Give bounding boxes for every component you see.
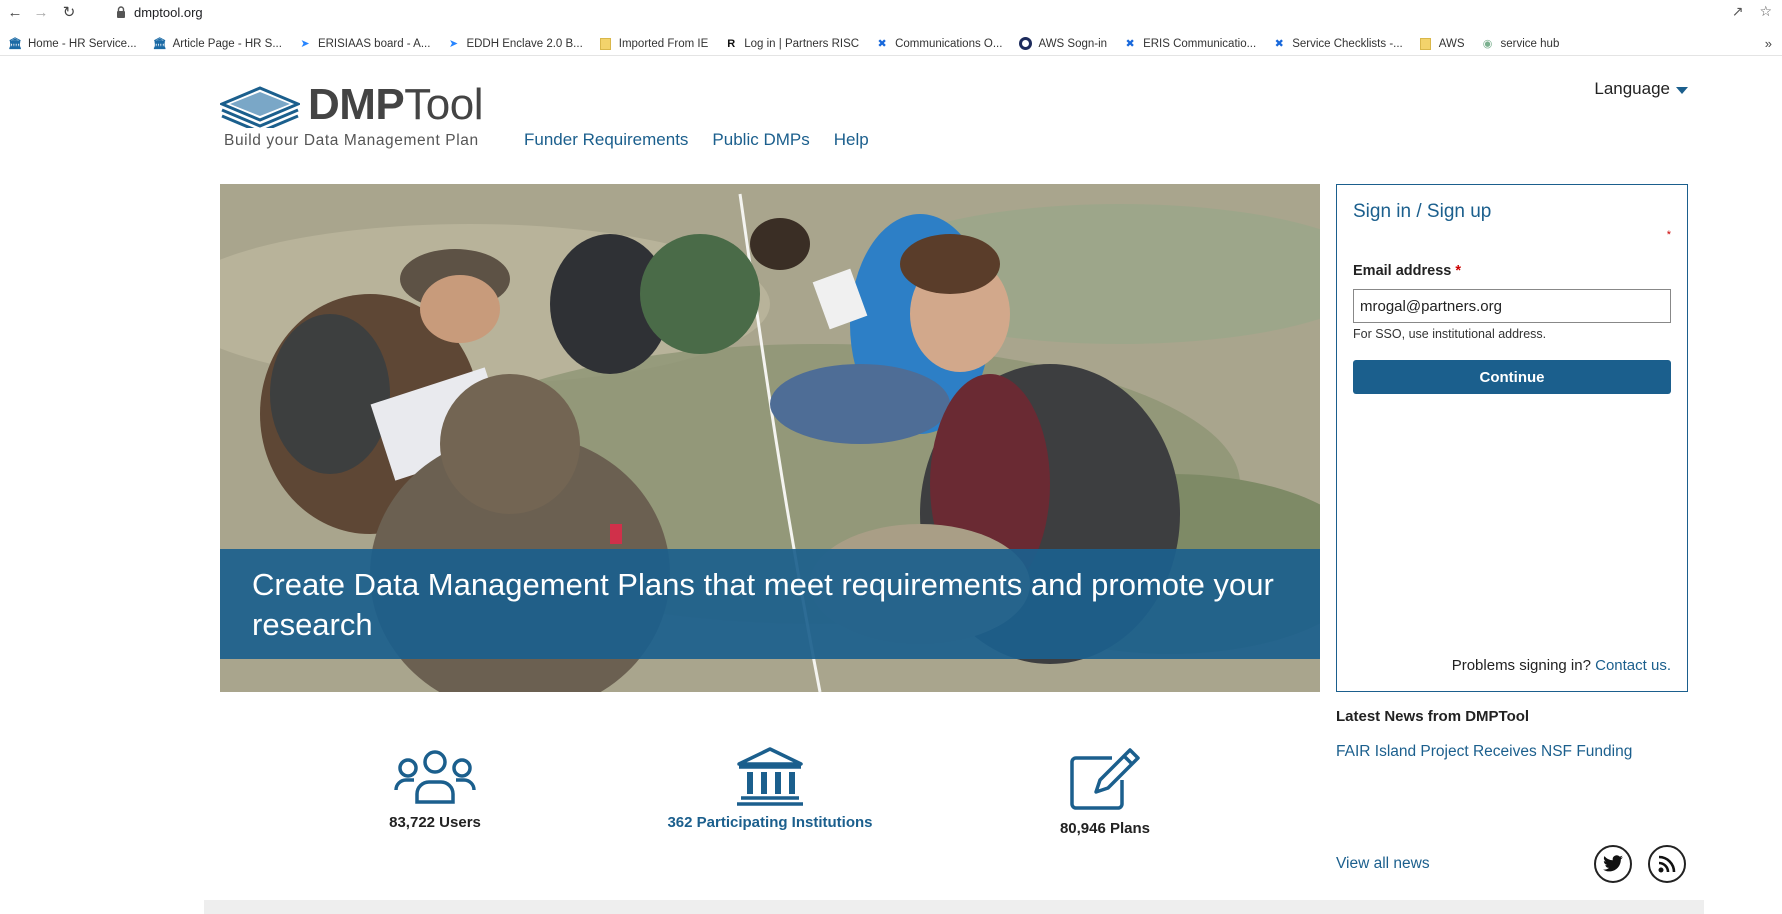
logo-wordmark: DMPTool bbox=[308, 80, 483, 130]
bookmark-label: Log in | Partners RISC bbox=[744, 37, 860, 50]
building-icon: 🏛 bbox=[8, 38, 22, 50]
lock-icon bbox=[117, 6, 125, 18]
circle-icon bbox=[1018, 37, 1032, 51]
rss-icon bbox=[1658, 855, 1676, 873]
problems-signing-in: Problems signing in? Contact us. bbox=[1452, 657, 1671, 674]
folder-icon bbox=[1419, 37, 1433, 51]
problems-text: Problems signing in? bbox=[1451, 657, 1591, 674]
required-marker: * bbox=[1666, 229, 1671, 241]
users-icon bbox=[394, 750, 476, 804]
building-icon: 🏛 bbox=[152, 38, 167, 50]
browser-toolbar: ← → ↻ dmptool.org ↗ ☆ bbox=[0, 0, 1782, 24]
r-icon: R bbox=[727, 37, 736, 50]
bookmark-item[interactable]: ✖ ERIS Communicatio... bbox=[1123, 37, 1256, 51]
hero-caption: Create Data Management Plans that meet r… bbox=[220, 549, 1320, 659]
logo-light-text: Tool bbox=[404, 80, 483, 129]
edit-plan-icon bbox=[1070, 748, 1140, 810]
nav-funder-requirements[interactable]: Funder Requirements bbox=[524, 130, 688, 150]
bookmark-label: Service Checklists -... bbox=[1292, 37, 1403, 50]
reload-icon[interactable]: ↻ bbox=[58, 1, 80, 23]
view-all-news-link[interactable]: View all news bbox=[1336, 855, 1430, 873]
bookmark-label: Home - HR Service... bbox=[28, 37, 137, 50]
bookmark-item[interactable]: ◉ service hub bbox=[1481, 37, 1560, 51]
rss-button[interactable] bbox=[1648, 845, 1686, 883]
sso-hint: For SSO, use institutional address. bbox=[1353, 327, 1547, 341]
globe-icon: ◉ bbox=[1482, 38, 1493, 50]
bookmark-label: ERIS Communicatio... bbox=[1143, 37, 1257, 50]
main-nav: Funder Requirements Public DMPs Help bbox=[524, 130, 869, 150]
nav-help[interactable]: Help bbox=[834, 130, 869, 150]
more-bookmarks-icon[interactable]: » bbox=[1765, 36, 1772, 51]
confluence-icon: ✖ bbox=[1125, 38, 1135, 50]
institutions-count-link[interactable]: 362 Participating Institutions bbox=[650, 814, 890, 831]
bookmark-label: AWS Sogn-in bbox=[1038, 37, 1108, 50]
institution-icon bbox=[737, 747, 803, 806]
bookmark-label: service hub bbox=[1500, 37, 1560, 50]
jira-icon: ➤ bbox=[448, 38, 459, 50]
bookmark-label: AWS bbox=[1438, 37, 1465, 50]
bookmark-item[interactable]: AWS bbox=[1419, 37, 1465, 51]
bookmark-label: Imported From IE bbox=[618, 37, 709, 50]
contact-us-link[interactable]: Contact us. bbox=[1595, 657, 1671, 674]
bookmark-item[interactable]: 🏛 Home - HR Service... bbox=[8, 37, 137, 51]
bookmark-item[interactable]: 🏛 Article Page - HR S... bbox=[153, 37, 282, 51]
email-field[interactable] bbox=[1353, 289, 1671, 323]
bookmark-item[interactable]: ➤ EDDH Enclave 2.0 B... bbox=[446, 37, 583, 51]
required-star: * bbox=[1455, 263, 1462, 279]
bookmark-item[interactable]: R Log in | Partners RISC bbox=[724, 37, 859, 51]
bookmark-item[interactable]: ✖ Communications O... bbox=[875, 37, 1002, 51]
jira-icon: ➤ bbox=[300, 38, 310, 50]
bookmark-item[interactable]: AWS Sogn-in bbox=[1018, 37, 1107, 51]
caret-down-icon bbox=[1676, 86, 1688, 94]
bookmark-label: ERISIAAS board - A... bbox=[317, 37, 431, 50]
signin-panel: Sign in / Sign up * Email address * For … bbox=[1336, 184, 1688, 692]
footer-band bbox=[204, 900, 1704, 914]
bookmark-item[interactable]: ✖ Service Checklists -... bbox=[1272, 37, 1403, 51]
logo-tagline: Build your Data Management Plan bbox=[224, 132, 479, 149]
users-stat: 83,722 Users bbox=[370, 746, 500, 831]
news-heading: Latest News from DMPTool bbox=[1336, 708, 1530, 725]
language-label: Language bbox=[1594, 79, 1670, 98]
back-arrow-icon[interactable]: ← bbox=[4, 1, 26, 23]
hero-banner: Create Data Management Plans that meet r… bbox=[220, 184, 1320, 692]
bookmark-star-icon[interactable]: ☆ bbox=[1759, 3, 1772, 20]
twitter-icon bbox=[1603, 855, 1623, 872]
stacked-pages-icon bbox=[220, 86, 300, 128]
bookmarks-bar: 🏛 Home - HR Service... 🏛 Article Page - HR… bbox=[0, 32, 1782, 56]
twitter-button[interactable] bbox=[1594, 845, 1632, 883]
url-bar[interactable]: dmptool.org bbox=[102, 2, 1762, 22]
share-icon[interactable]: ↗ bbox=[1732, 3, 1744, 20]
url-text: dmptool.org bbox=[134, 4, 203, 20]
bookmark-label: Communications O... bbox=[895, 37, 1003, 50]
email-label: Email address * bbox=[1353, 263, 1461, 279]
dmptool-logo[interactable]: DMPTool Build your Data Management Plan bbox=[220, 80, 500, 152]
continue-button[interactable]: Continue bbox=[1353, 360, 1671, 394]
institutions-stat[interactable]: 362 Participating Institutions bbox=[650, 746, 890, 831]
confluence-icon: ✖ bbox=[1274, 38, 1284, 50]
users-count: 83,722 Users bbox=[389, 814, 481, 831]
plans-count: 80,946 Plans bbox=[1059, 820, 1151, 837]
bookmark-label: EDDH Enclave 2.0 B... bbox=[466, 37, 583, 50]
bookmark-item[interactable]: Imported From IE bbox=[599, 37, 708, 51]
signin-title: Sign in / Sign up bbox=[1353, 201, 1492, 222]
folder-icon bbox=[599, 37, 613, 51]
logo-bold-text: DMP bbox=[308, 80, 405, 129]
hero-caption-text: Create Data Management Plans that meet r… bbox=[252, 567, 1274, 642]
bookmark-item[interactable]: ➤ ERISIAAS board - A... bbox=[298, 37, 431, 51]
nav-public-dmps[interactable]: Public DMPs bbox=[712, 130, 809, 150]
confluence-icon: ✖ bbox=[877, 38, 887, 50]
language-dropdown[interactable]: Language bbox=[1594, 79, 1688, 99]
forward-arrow-icon[interactable]: → bbox=[30, 1, 52, 23]
bookmark-label: Article Page - HR S... bbox=[172, 37, 282, 50]
email-label-text: Email address bbox=[1353, 263, 1452, 279]
news-item-link[interactable]: FAIR Island Project Receives NSF Funding bbox=[1336, 743, 1632, 761]
plans-stat: 80,946 Plans bbox=[1045, 746, 1165, 837]
